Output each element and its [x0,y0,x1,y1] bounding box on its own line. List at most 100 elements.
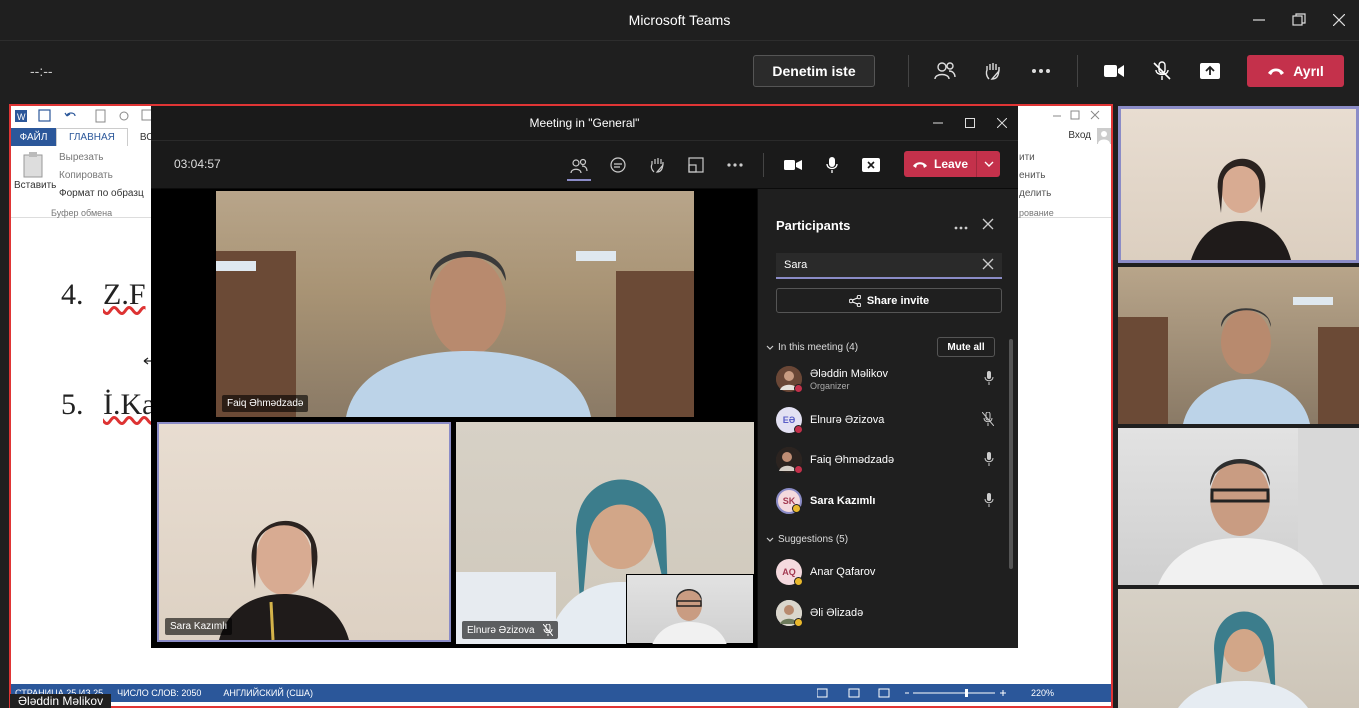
participants-more-button[interactable] [954,217,968,233]
toolbar-divider [908,55,909,87]
request-control-button[interactable]: Denetim iste [753,55,875,87]
participant-video-figure [219,520,349,640]
doc-line-4: 4. Z.F [61,278,146,312]
format-painter-label[interactable]: Формат по образц [59,188,144,199]
minimize-button[interactable] [1239,0,1279,40]
participant-row[interactable]: Əlәddin Məlikov Organizer [776,363,1006,395]
share-screen-button[interactable] [1196,57,1224,85]
participant-name: Sara Kazımlı [810,495,875,507]
mw-mic-button[interactable] [820,153,844,177]
participants-close-button[interactable] [982,217,994,233]
hand-icon [985,63,1000,80]
meeting-close-button[interactable] [986,106,1018,140]
restore-icon [1292,13,1306,26]
ribbon-fragment-1: ити [1019,152,1035,163]
participant-name: Əlәddin Məlikov Organizer [810,368,888,391]
copy-label[interactable]: Копировать [59,170,113,181]
self-view-preview[interactable] [626,574,754,644]
participant-row[interactable]: EƏ Elnurə Əzizova [776,404,1006,436]
word-tab-file[interactable]: ФАЙЛ [11,128,56,146]
meeting-window-timer: 03:04:57 [174,157,221,171]
avatar: EƏ [776,407,803,434]
paste-label[interactable]: Вставить [14,180,56,191]
in-meeting-section-toggle[interactable]: In this meeting (4) [766,342,858,353]
maximize-icon [965,118,975,128]
word-quick-access-icons: W [15,109,153,123]
video-tile-faiq[interactable]: Faiq Əhmədzadə [216,191,694,417]
meeting-minimize-button[interactable] [922,106,954,140]
more-icon [727,163,743,167]
chevron-down-icon [766,345,774,350]
presence-away-icon [792,504,801,513]
presence-away-icon [794,618,803,627]
participant-name-text: Faiq Əhmədzadə [810,454,895,466]
suggestion-row[interactable]: AQ Anar Qafarov [776,556,1006,588]
participant-video-figure [216,251,694,417]
gallery-tile[interactable] [1118,428,1359,585]
mic-off-icon [1153,61,1171,80]
participant-mic-on [984,452,994,471]
user-account-icon [1097,128,1111,144]
doc-line-4-text: Z.F [103,278,146,311]
gallery-tile[interactable] [1118,589,1359,708]
avatar-initials: AQ [782,567,796,577]
minimize-icon [933,122,943,124]
mw-rooms-button[interactable] [684,153,708,177]
doc-line-5-number: 5. [61,388,84,421]
avatar [776,447,803,474]
mw-raise-hand-button[interactable] [645,153,669,177]
meeting-window-toolbar: 03:04:57 Leave [151,140,1018,188]
word-window-controls [1053,110,1100,120]
mw-more-button[interactable] [723,153,747,177]
participants-button[interactable] [931,57,959,85]
people-icon [934,62,956,80]
mw-participants-button[interactable] [567,153,591,181]
hand-icon [650,158,664,173]
chevron-down-icon [766,537,774,542]
toolbar-divider [1077,55,1078,87]
mw-leave-dropdown[interactable] [976,151,1000,177]
gallery-tile[interactable] [1118,106,1359,263]
share-invite-button[interactable]: Share invite [776,288,1002,313]
status-zoom[interactable]: 220% [1031,688,1054,698]
microphone-icon [984,371,994,385]
video-tile-name: Sara Kazımlı [170,621,228,632]
mic-button[interactable] [1148,57,1176,85]
meeting-window-title: Meeting in "General" [529,116,640,130]
clear-search-button[interactable] [982,257,994,273]
mw-leave-button[interactable]: Leave [904,151,1000,177]
doc-line-5-text: İ.Ka [103,388,156,421]
participant-row[interactable]: Faiq Əhmədzadə [776,444,1006,476]
microphone-icon [826,157,838,173]
raise-hand-button[interactable] [979,57,1007,85]
participant-row[interactable]: SK Sara Kazımlı [776,485,1006,517]
meeting-toolbar: --:-- Denetim iste Ayrıl [0,40,1359,102]
suggestions-section-toggle[interactable]: Suggestions (5) [766,534,848,545]
presence-busy-icon [794,465,803,474]
cut-label[interactable]: Вырезать [59,152,103,163]
maximize-button[interactable] [1279,0,1319,40]
mute-all-button[interactable]: Mute all [937,337,995,357]
mw-camera-button[interactable] [781,153,805,177]
close-button[interactable] [1319,0,1359,40]
video-tile-name: Faiq Əhmədzadə [227,398,304,409]
suggestion-row[interactable]: Əli Əlizadə [776,597,1006,629]
gallery-tile[interactable] [1118,267,1359,424]
mw-stop-sharing-button[interactable] [859,153,883,177]
participants-scrollbar[interactable] [1009,339,1013,569]
presence-busy-icon [794,384,803,393]
video-tile-elnura[interactable]: Elnurə Əzizova [456,422,754,644]
video-tile-sara[interactable]: Sara Kazımlı [157,422,451,642]
word-signin[interactable]: Вход [1068,130,1091,141]
participant-name: Anar Qafarov [810,566,875,578]
participants-search-input[interactable]: Sara [776,253,1002,279]
camera-button[interactable] [1100,57,1128,85]
meeting-maximize-button[interactable] [954,106,986,140]
avatar: AQ [776,559,803,586]
word-tab-home[interactable]: ГЛАВНАЯ [56,128,128,146]
more-options-button[interactable] [1027,57,1055,85]
meeting-window: Meeting in "General" 03:04:57 Leave Faiq… [151,106,1018,648]
avatar: SK [776,488,802,514]
mw-chat-button[interactable] [606,153,630,177]
leave-button[interactable]: Ayrıl [1247,55,1344,87]
